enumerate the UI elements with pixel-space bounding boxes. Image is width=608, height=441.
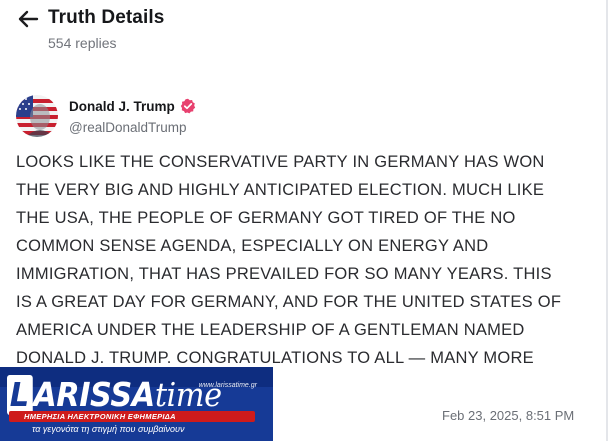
watermark-logo-time: time (154, 375, 222, 414)
watermark-logo: L ARISSAtime (7, 375, 222, 415)
watermark-logo-text: ARISSA (33, 375, 155, 414)
avatar[interactable] (16, 95, 58, 137)
back-button[interactable] (16, 9, 40, 29)
author-name[interactable]: Donald J. Trump (69, 99, 175, 114)
author-name-row: Donald J. Trump (69, 98, 196, 114)
post-author: Donald J. Trump @realDonaldTrump (16, 95, 576, 139)
page-header: Truth Details 554 replies (0, 0, 606, 70)
verified-badge-icon (180, 98, 196, 114)
larissatime-watermark: L ARISSAtime www.larissatime.gr ΗΜΕΡΗΣΙΑ … (0, 367, 273, 441)
watermark-url: www.larissatime.gr (198, 382, 257, 389)
arrow-left-icon (18, 10, 39, 28)
post-text: LOOKS LIKE THE CONSERVATIVE PARTY IN GER… (16, 153, 562, 367)
page-title: Truth Details (48, 7, 165, 28)
author-handle[interactable]: @realDonaldTrump (69, 120, 187, 135)
post-timestamp[interactable]: Feb 23, 2025, 8:51 PM (442, 408, 574, 423)
watermark-tagline: τα γεγονότα τη στιγμή που συμβαίνουν (32, 424, 185, 434)
watermark-logo-initial: L (7, 375, 33, 415)
watermark-subtitle: ΗΜΕΡΗΣΙΑ ΗΛΕΚΤΡΟΝΙΚΗ ΕΦΗΜΕΡΙΔΑ (24, 412, 176, 421)
reply-count: 554 replies (48, 35, 117, 51)
